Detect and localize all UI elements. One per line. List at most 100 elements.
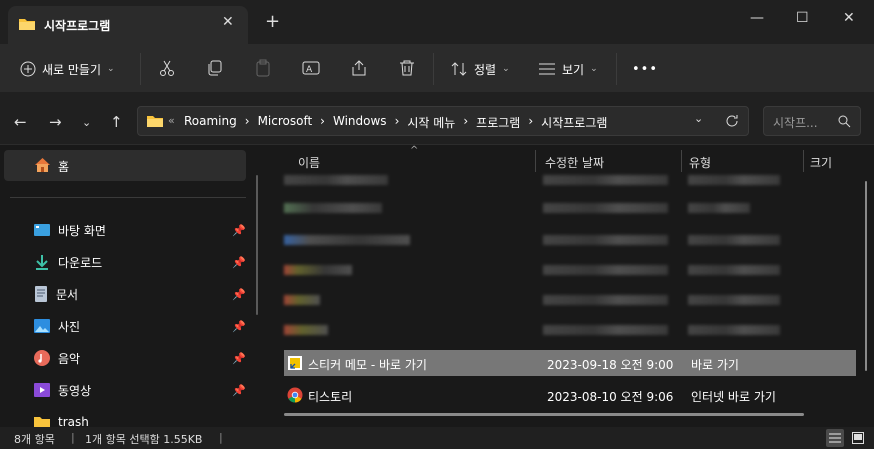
sort-ascending-icon: ^: [410, 145, 419, 156]
column-divider[interactable]: [681, 150, 682, 172]
details-view-icon: [829, 433, 841, 443]
view-list-icon: [539, 63, 555, 75]
blurred-date: [543, 175, 668, 185]
sidebar-item-label: 음악: [58, 351, 81, 366]
sidebar-item-trash[interactable]: trash: [34, 410, 89, 427]
file-name: 스티커 메모 - 바로 가기: [308, 358, 427, 372]
status-bar: 8개 항목 | 1개 항목 선택함 1.55KB |: [0, 427, 874, 449]
list-item-sticky-notes[interactable]: 스티커 메모 - 바로 가기 2023-09-18 오전 9:00 바로 가기: [284, 350, 856, 376]
tab-startup[interactable]: 시작프로그램 ✕: [8, 6, 248, 44]
divider: [10, 197, 246, 198]
overflow-chevron-icon[interactable]: «: [168, 114, 175, 127]
pin-icon[interactable]: 📌: [232, 352, 246, 365]
sidebar-item-downloads[interactable]: 다운로드: [34, 250, 102, 274]
minimize-button[interactable]: —: [750, 10, 764, 26]
recent-locations-chevron-icon[interactable]: ⌄: [82, 116, 91, 129]
pin-icon[interactable]: 📌: [232, 288, 246, 301]
refresh-icon[interactable]: [725, 114, 739, 128]
desktop-icon: [34, 224, 50, 236]
forward-button[interactable]: →: [49, 113, 62, 131]
up-button[interactable]: ↑: [110, 113, 123, 131]
column-header-modified[interactable]: 수정한 날짜: [545, 154, 604, 171]
blurred-type: [688, 265, 780, 275]
column-header-name[interactable]: 이름: [298, 154, 320, 171]
search-placeholder: 시작프...: [773, 116, 818, 130]
pictures-icon: [34, 319, 50, 333]
breadcrumb-microsoft[interactable]: Microsoft: [258, 114, 313, 131]
copy-icon[interactable]: [206, 59, 224, 77]
sticky-notes-icon: [288, 356, 302, 370]
blurred-type: [688, 203, 750, 213]
sidebar-item-documents[interactable]: 문서: [34, 282, 78, 306]
paste-icon[interactable]: [254, 59, 272, 77]
sidebar-item-music[interactable]: 음악: [34, 346, 80, 370]
search-input[interactable]: 시작프...: [763, 106, 861, 136]
sidebar-item-label: 홈: [58, 160, 70, 174]
blurred-type: [688, 325, 780, 335]
breadcrumb-startup[interactable]: 시작프로그램: [541, 114, 607, 131]
svg-text:A: A: [306, 65, 313, 75]
sidebar-scrollbar[interactable]: [256, 175, 258, 315]
blurred-type: [688, 175, 780, 185]
sidebar-item-label: 바탕 화면: [58, 223, 106, 238]
column-header-size[interactable]: 크기: [810, 154, 832, 171]
pin-icon[interactable]: 📌: [232, 384, 246, 397]
plus-circle-icon: [20, 61, 36, 77]
breadcrumb: Roaming › Microsoft › Windows › 시작 메뉴 › 프로그램…: [184, 114, 607, 131]
address-dropdown-chevron-icon[interactable]: ⌄: [694, 112, 703, 125]
details-view-button[interactable]: [826, 429, 844, 447]
folder-icon: [19, 19, 35, 30]
breadcrumb-windows[interactable]: Windows: [333, 114, 387, 131]
delete-icon[interactable]: [398, 59, 416, 77]
sort-button[interactable]: 정렬 ⌄: [450, 56, 510, 82]
sidebar-item-home[interactable]: 홈: [4, 150, 246, 181]
column-divider[interactable]: [803, 150, 804, 172]
sidebar-item-desktop[interactable]: 바탕 화면: [34, 218, 106, 242]
pin-icon[interactable]: 📌: [232, 256, 246, 269]
view-button-label: 보기: [562, 62, 585, 77]
column-divider[interactable]: [535, 150, 536, 172]
maximize-button[interactable]: ☐: [796, 10, 809, 26]
blurred-type: [688, 235, 780, 245]
divider: [140, 53, 141, 85]
vertical-scrollbar[interactable]: [865, 181, 867, 371]
address-bar[interactable]: « Roaming › Microsoft › Windows › 시작 메뉴 › 프로…: [137, 106, 749, 136]
blurred-name: [284, 235, 410, 245]
back-button[interactable]: ←: [14, 113, 27, 131]
blurred-date: [543, 295, 668, 305]
column-header-type[interactable]: 유형: [689, 154, 711, 171]
chevron-right-icon: ›: [528, 114, 534, 128]
cut-icon[interactable]: [158, 59, 176, 77]
new-tab-button[interactable]: +: [265, 13, 280, 31]
blurred-name: [284, 265, 352, 275]
breadcrumb-programs[interactable]: 프로그램: [476, 114, 520, 131]
pin-icon[interactable]: 📌: [232, 224, 246, 237]
close-window-button[interactable]: ✕: [843, 10, 855, 26]
file-type: 인터넷 바로 가기: [691, 390, 776, 404]
sidebar-item-pictures[interactable]: 사진: [34, 314, 80, 338]
new-button[interactable]: 새로 만들기 ⌄: [20, 56, 115, 82]
file-modified: 2023-08-10 오전 9:06: [547, 390, 674, 404]
tiles-view-button[interactable]: [849, 429, 867, 447]
view-button[interactable]: 보기 ⌄: [538, 56, 598, 82]
chevron-right-icon: ›: [463, 114, 469, 128]
sidebar-item-label: 동영상: [58, 383, 92, 398]
pin-icon[interactable]: 📌: [232, 320, 246, 333]
rename-icon[interactable]: A: [302, 59, 320, 77]
horizontal-scrollbar[interactable]: [284, 413, 804, 416]
document-icon: [35, 286, 47, 302]
list-item-tistory[interactable]: 티스토리 2023-08-10 오전 9:06 인터넷 바로 가기: [284, 382, 856, 408]
sidebar-item-videos[interactable]: 동영상: [34, 378, 91, 402]
breadcrumb-start-menu[interactable]: 시작 메뉴: [407, 114, 455, 131]
music-icon: [34, 350, 50, 366]
more-options-button[interactable]: •••: [632, 56, 658, 82]
status-divider: |: [219, 431, 223, 444]
status-divider: |: [71, 431, 75, 444]
file-modified: 2023-09-18 오전 9:00: [547, 358, 674, 372]
tab-close-button[interactable]: ✕: [222, 14, 234, 30]
share-icon[interactable]: [350, 59, 368, 77]
breadcrumb-roaming[interactable]: Roaming: [184, 114, 237, 131]
navigation-pane: 홈 바탕 화면 📌 다운로드 📌 문서 📌 사진 📌 음악 📌 동영상 📌 tr…: [0, 145, 260, 427]
chevron-right-icon: ›: [320, 114, 325, 128]
blurred-name: [284, 175, 388, 185]
